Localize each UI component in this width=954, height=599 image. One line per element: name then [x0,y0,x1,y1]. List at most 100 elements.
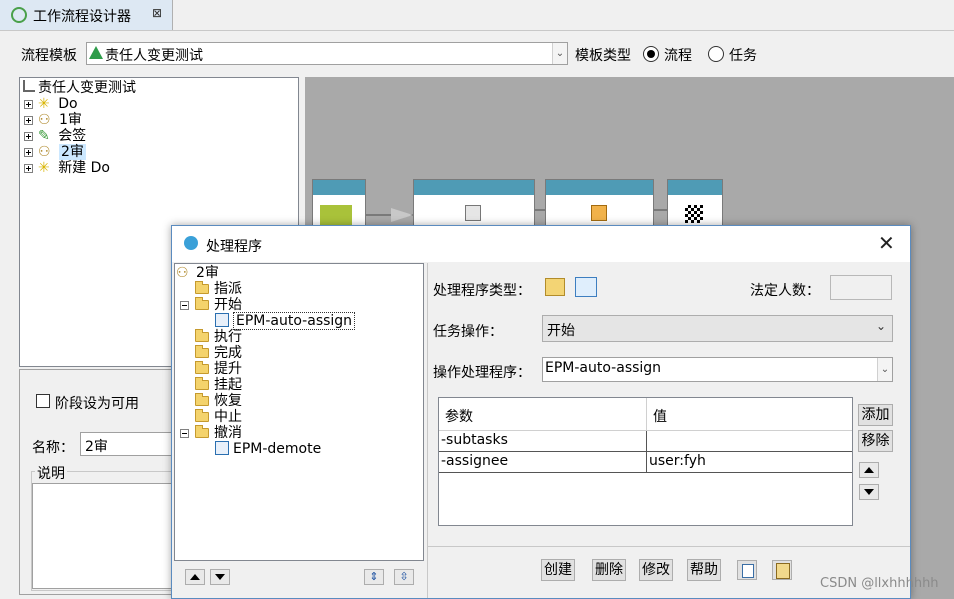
folder-icon [195,377,209,390]
action-handler-icon[interactable] [575,277,597,297]
up-arrow-icon [864,467,874,473]
column-divider [646,398,647,430]
param-up-button[interactable] [859,462,879,478]
star-icon: ✳ [38,160,50,176]
legal-count-field[interactable] [830,275,892,300]
handler-tree[interactable]: ⚇ 2审 指派 开始 EPM-auto-assign 执行 完成 提升 挂起 恢… [174,263,424,561]
radio-task-label: 任务 [729,48,757,64]
paste-button[interactable] [772,560,792,580]
tab-workflow-designer[interactable]: 工作流程设计器 ⊠ [0,0,173,30]
handler-tree-item[interactable]: EPM-demote [215,441,321,457]
handler-tree-item-selected[interactable]: EPM-auto-assign [215,312,356,330]
create-button[interactable]: 创建 [541,559,575,581]
handler-tree-item[interactable]: 撤消 [195,425,242,441]
expand-icon[interactable] [24,132,33,141]
action-handler-value: EPM-auto-assign [545,360,662,376]
handler-dialog: 处理程序 ✕ ⚇ 2审 指派 开始 EPM-auto-assign 执行 完成 … [171,225,911,599]
move-down-button[interactable] [210,569,230,585]
tree-item-review1[interactable]: ⚇ 1审 [24,112,82,128]
handler-tree-item[interactable]: 中止 [195,409,242,425]
description-field[interactable] [32,483,180,589]
review-icon: ⚇ [38,144,51,160]
table-header: 参数 值 [439,398,852,431]
collapse-all-button[interactable]: ⇳ [394,569,414,585]
params-table[interactable]: 参数 值 -subtasks -assignee user:fyh [438,397,853,526]
legal-count-label: 法定人数： [750,283,820,299]
template-combo[interactable]: 责任人变更测试 ⌄ [86,42,568,65]
process-icon [23,80,35,92]
expand-all-button[interactable]: ⇕ [364,569,384,585]
task-action-value: 开始 [547,323,575,339]
table-cell: -assignee [441,453,509,469]
expand-icon[interactable] [24,148,33,157]
expand-icon[interactable] [24,100,33,109]
combo-arrow-icon[interactable]: ⌄ [877,358,892,381]
tree-item-countersign[interactable]: ✎ 会签 [24,128,86,144]
handler-tree-item[interactable]: 指派 [195,281,242,297]
expand-all-icon: ⇕ [369,570,379,583]
review-icon: ⚇ [176,265,189,281]
handler-tree-item[interactable]: 恢复 [195,393,242,409]
remove-param-button[interactable]: 移除 [858,430,893,452]
copy-button[interactable] [737,560,757,580]
handler-tree-item[interactable]: 挂起 [195,377,242,393]
table-row[interactable]: -assignee user:fyh [439,452,852,473]
task-action-select[interactable]: 开始 ⌄ [542,315,893,342]
table-cell: user:fyh [649,453,706,469]
tab-close-icon[interactable]: ⊠ [152,6,162,20]
collapse-icon[interactable] [180,429,189,438]
tree-item-new-do[interactable]: ✳ 新建 Do [24,160,110,176]
dialog-close-icon[interactable]: ✕ [878,231,895,255]
handler-tree-root[interactable]: ⚇ 2审 [176,265,219,281]
action-handler-combo[interactable]: EPM-auto-assign ⌄ [542,357,893,382]
expand-icon[interactable] [24,164,33,173]
add-param-button[interactable]: 添加 [858,404,893,426]
combo-arrow-icon[interactable]: ⌄ [552,43,567,64]
name-value: 2审 [85,439,108,455]
radio-task[interactable] [708,46,724,62]
handler-tree-item[interactable]: 开始 [195,297,242,313]
name-field[interactable]: 2审 [80,432,180,456]
warning-icon [89,46,103,59]
column-header-value[interactable]: 值 [653,406,667,426]
handler-icon [215,441,229,455]
up-arrow-icon [190,574,200,580]
radio-process[interactable] [643,46,659,62]
chevron-down-icon: ⌄ [875,319,886,333]
collapse-icon[interactable] [180,301,189,310]
template-value: 责任人变更测试 [105,48,203,64]
param-down-button[interactable] [859,484,879,500]
modify-button[interactable]: 修改 [639,559,673,581]
arrow-connector [534,209,545,211]
arrow-connector [653,209,667,211]
move-up-button[interactable] [185,569,205,585]
column-header-param[interactable]: 参数 [445,406,473,426]
watermark: CSDN @llxhhhhhh [820,576,939,591]
handler-type-label: 处理程序类型： [433,283,531,299]
stage-available-label: 阶段设为可用 [55,396,139,412]
down-arrow-icon [215,574,225,580]
arrow-head-icon [391,208,413,222]
dialog-titlebar: 处理程序 ✕ [172,226,910,262]
table-row[interactable]: -subtasks [439,431,852,452]
table-cell: -subtasks [441,432,508,448]
column-divider [646,452,647,472]
folder-open-icon [195,425,209,438]
handler-tree-item[interactable]: 执行 [195,329,242,345]
rule-handler-icon[interactable] [545,278,565,296]
tree-item-review2[interactable]: ⚇ 2审 [24,144,86,160]
tree-item-do[interactable]: ✳ Do [24,96,78,112]
stage-available-checkbox[interactable] [36,394,50,408]
help-button[interactable]: 帮助 [687,559,721,581]
finish-flag-icon [685,205,703,223]
handler-tree-item[interactable]: 提升 [195,361,242,377]
collapse-all-icon: ⇳ [399,570,409,583]
template-label: 流程模板 [21,48,77,64]
paste-icon [776,563,790,579]
delete-button[interactable]: 删除 [592,559,626,581]
folder-icon [195,393,209,406]
handler-tree-item[interactable]: 完成 [195,345,242,361]
tree-root[interactable]: 责任人变更测试 [23,80,136,96]
copy-icon [742,564,754,578]
expand-icon[interactable] [24,116,33,125]
